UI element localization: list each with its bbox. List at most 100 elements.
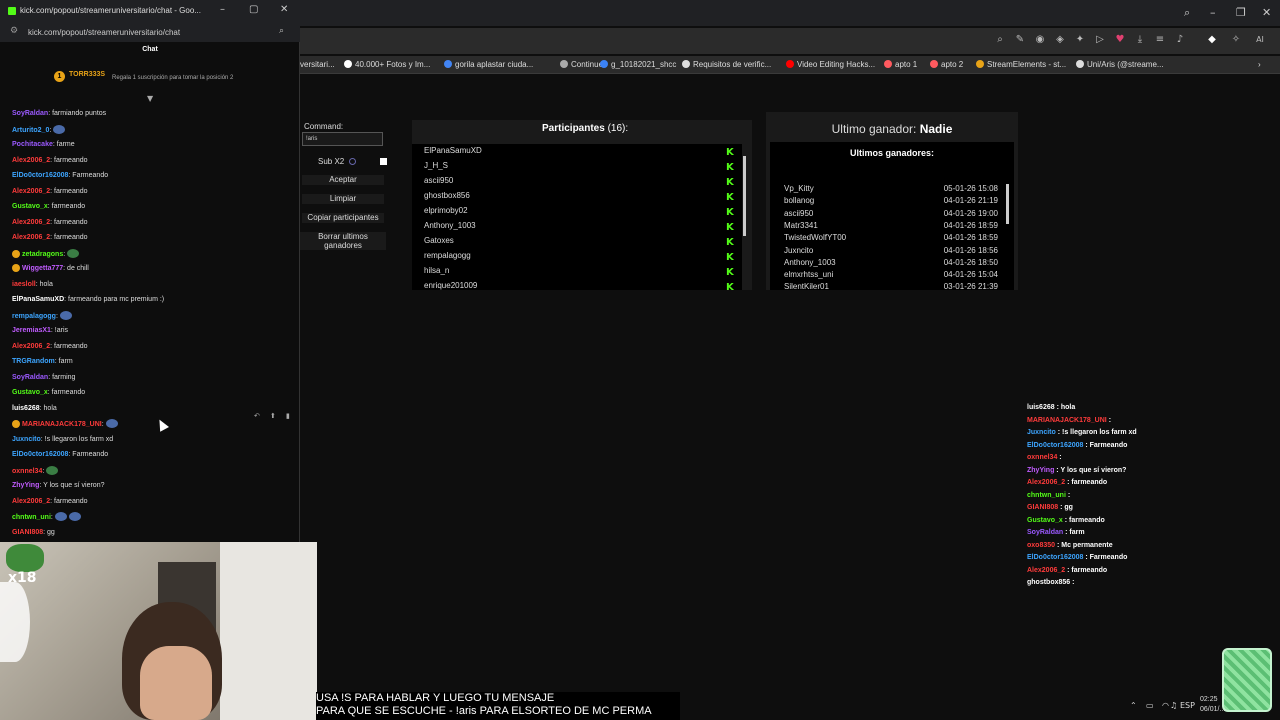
chat-username[interactable]: Alex2006_2 [12,157,50,164]
chat-username[interactable]: SoyRaldan [12,110,48,117]
bookmark-item[interactable]: apto 2 [930,60,963,69]
participant-name: hilsa_n [424,266,450,275]
participants-scrollbar[interactable] [743,156,746,236]
overlay-text: : farmeando [1065,479,1108,486]
search-tabs-icon[interactable]: ⌕ [1184,6,1190,20]
bookmark-item[interactable]: Video Editing Hacks... [786,60,875,69]
wifi-icon[interactable]: ◠ [1162,701,1169,710]
language-indicator[interactable]: ESP [1180,701,1195,710]
bookmark-item[interactable]: g_10182021_shcc [600,60,676,69]
bookmark-item[interactable]: apto 1 [884,60,917,69]
clear-button[interactable]: Limpiar [302,194,384,204]
taskbar-clock[interactable]: 02:25 06/01/... [1200,695,1225,715]
popup-address-bar[interactable]: ⚙ kick.com/popout/streameruniversitario/… [0,22,300,42]
volume-icon[interactable]: ♫ [1170,701,1177,710]
overlay-chat-message: ghostbox856 : [1027,578,1074,590]
bookmark-item[interactable]: 40.000+ Fotos y Im... [344,60,430,69]
chat-username[interactable]: ZhyYing [12,482,39,489]
sub-x2-checkbox[interactable] [380,158,387,165]
copy-participants-button[interactable]: Copiar participantes [302,213,384,223]
chat-username[interactable]: ElPanaSamuXD [12,296,64,303]
chat-username[interactable]: iaesloll [12,281,36,288]
close-icon[interactable]: ✕ [1262,6,1271,19]
minimize-icon[interactable]: – [1210,6,1216,19]
winners-scrollbar[interactable] [1006,184,1009,224]
maximize-icon[interactable]: ▢ [249,4,258,15]
minimize-icon[interactable]: – [220,4,225,15]
menu-icon[interactable]: ≡ [1154,34,1166,46]
chat-username[interactable]: Gustavo_x [12,203,48,210]
reply-icon[interactable]: ↶ [254,412,260,420]
chat-message: Juxncito: !s llegaron los farm xd [12,435,113,447]
chat-username[interactable]: Alex2006_2 [12,234,50,241]
bookmark-item[interactable]: Requisitos de verific... [682,60,771,69]
chat-username[interactable]: Alex2006_2 [12,188,50,195]
camera-icon[interactable]: ◉ [1034,34,1046,46]
chat-username[interactable]: Juxncito [12,436,41,443]
edit-icon[interactable]: ✎ [1014,34,1026,46]
chat-username[interactable]: Alex2006_2 [12,219,50,226]
shield-icon[interactable]: ◈ [1054,34,1066,46]
bookmark-item[interactable]: Uni/Aris (@streame... [1076,60,1164,69]
participants-list[interactable]: ElPanaSamuXD K J_H_S Kascii950 Kghostbox856 K… [412,144,742,290]
chat-username[interactable]: Pochitacake [12,141,53,148]
participant-row: hilsa_n K [424,266,734,281]
chat-username[interactable]: GIANI808 [12,529,43,536]
extension-icon[interactable]: ✦ [1074,34,1086,46]
chat-username[interactable]: TRGRandom [12,358,55,365]
delete-icon[interactable]: ▮ [286,412,290,420]
chat-username[interactable]: SoyRaldan [12,374,48,381]
overlay-chat-message: Gustavo_x : farmeando [1027,516,1105,528]
clear-winners-button[interactable]: Borrar ultimos ganadores [300,232,386,250]
winner-name: Anthony_1003 [784,257,836,267]
close-icon[interactable]: ✕ [280,4,288,15]
chevron-right-icon[interactable]: › [1258,60,1261,69]
chat-username[interactable]: ElDo0ctor162008 [12,172,68,179]
chat-username[interactable]: JeremiasX1 [12,327,51,334]
overlay-username: ghostbox856 [1027,579,1071,586]
bookmark-item[interactable]: gorila aplastar ciuda... [444,60,533,69]
maximize-icon[interactable]: ❐ [1236,6,1246,19]
chat-username[interactable]: chntwn_uni [12,514,51,521]
download-icon[interactable]: ⤓ [1134,34,1146,46]
ai-icon[interactable]: AI [1254,34,1266,46]
chat-username[interactable]: Wiggetta777 [22,265,63,272]
chat-username[interactable]: ElDo0ctor162008 [12,451,68,458]
scroll-up-icon[interactable] [743,148,746,154]
bookmark-item[interactable]: Continue [560,60,603,69]
accept-button[interactable]: Aceptar [302,175,384,185]
site-info-icon[interactable]: ⚙ [10,26,18,36]
participant-row: rempalagogg K [424,251,734,266]
bell-icon[interactable]: ♪ [1174,34,1186,46]
network-icon[interactable]: ▭ [1146,701,1154,710]
heart-icon[interactable]: ♥ [1114,34,1126,46]
chat-header: Chat [142,46,158,53]
chat-text: : [50,514,53,521]
chat-username[interactable]: Alex2006_2 [12,498,50,505]
pin-icon[interactable]: ⬆ [270,412,276,420]
kick-logo-icon: K [726,282,734,291]
puzzle-icon[interactable]: ✧ [1230,34,1242,46]
diamond-icon[interactable]: ◆ [1206,34,1218,46]
chat-username[interactable]: MARIANAJACK178_UNI [22,421,102,428]
chevron-down-icon[interactable]: ▼ [147,94,153,103]
chat-username[interactable]: Arturito2_0 [12,127,49,134]
bookmark-item[interactable]: versitari... [300,60,335,69]
last-winner-value: Nadie [919,122,953,136]
chat-username[interactable]: rempalagogg [12,313,56,320]
chat-username[interactable]: zetadragons [22,251,63,258]
bookmark-item[interactable]: StreamElements - st... [976,60,1066,69]
info-icon[interactable] [349,158,357,165]
streamelements-icon [976,60,984,68]
chat-username[interactable]: luis6268 [12,405,40,412]
chat-username[interactable]: Alex2006_2 [12,343,50,350]
chat-username[interactable]: oxnnel34 [12,468,42,475]
zoom-icon[interactable]: ⌕ [994,34,1006,46]
airbnb-icon [930,60,938,68]
search-icon[interactable]: ⌕ [279,26,284,36]
command-input[interactable]: !aris [302,132,383,146]
play-icon[interactable]: ▷ [1094,34,1106,46]
tray-chevron-icon[interactable]: ⌃ [1130,701,1137,710]
chat-message: Gustavo_x: farmeando [12,388,85,400]
chat-username[interactable]: Gustavo_x [12,389,48,396]
